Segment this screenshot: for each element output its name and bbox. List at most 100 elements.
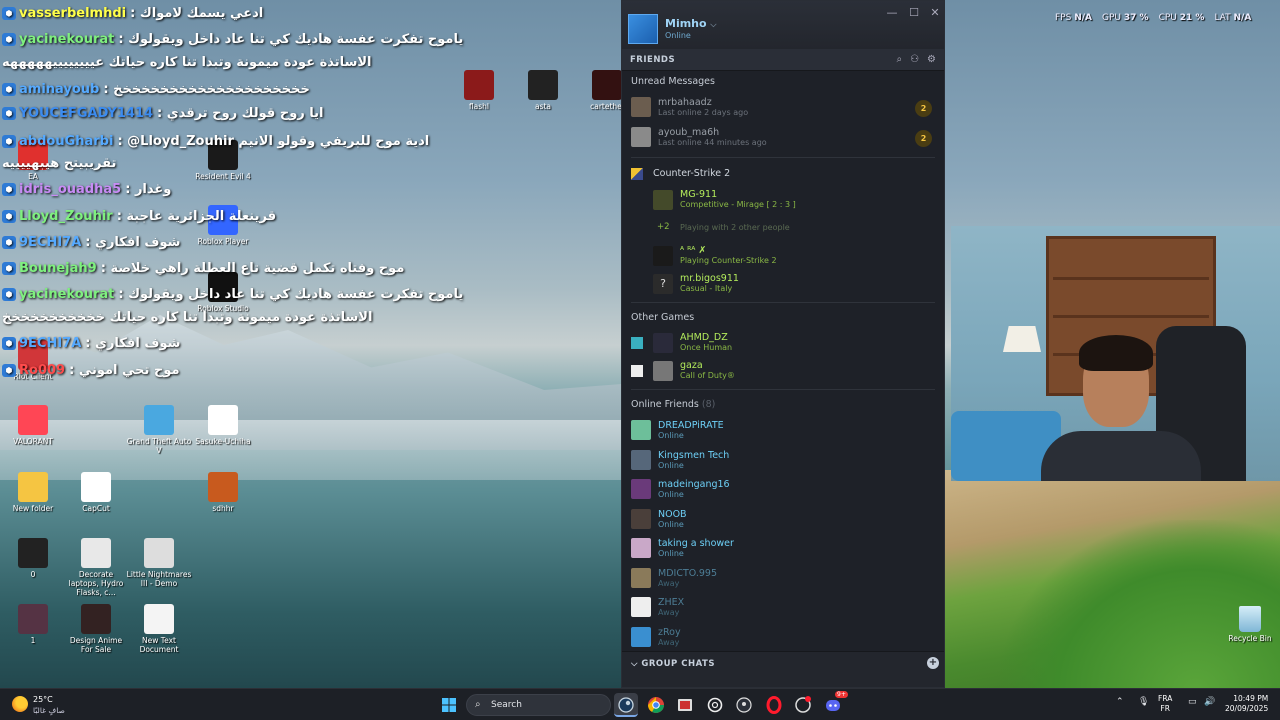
ingame-friend-row[interactable]: ? mr.bigos911 Casual - Italy xyxy=(622,270,944,298)
ingame-friend-row[interactable]: +2 Playing with 2 other people xyxy=(622,214,944,242)
app-icon xyxy=(81,604,111,634)
desktop-icon-label: 0 xyxy=(30,570,36,579)
desktop-icon[interactable]: flashl xyxy=(446,70,512,111)
user-name[interactable]: Mimho ⌵ xyxy=(665,17,717,30)
start-button[interactable] xyxy=(437,693,461,717)
chat-text: : وغدار xyxy=(125,182,172,197)
streamer xyxy=(1041,335,1201,481)
desktop-icon[interactable]: Design Anime For Sale xyxy=(63,604,129,654)
desktop-icon[interactable]: asta xyxy=(510,70,576,111)
chat-message: تقريبيتح هيبهييييه xyxy=(2,156,116,171)
desktop-icon[interactable]: New folder xyxy=(0,472,66,513)
desktop-icon[interactable]: Decorate laptops, Hydro Flasks, c... xyxy=(63,538,129,597)
friend-name: taking a shower xyxy=(658,538,734,549)
close-icon[interactable]: ✕ xyxy=(927,6,943,19)
ingame-friend-row[interactable]: ᴬ ᴿᴬ ✗ Playing Counter-Strike 2 xyxy=(622,242,944,270)
search-icon[interactable]: ⌕ xyxy=(896,54,902,65)
chatgpt-taskbar-button[interactable] xyxy=(703,693,727,717)
maximize-icon[interactable]: ☐ xyxy=(906,6,922,19)
chat-text: الاساتذة عودة ميمونة وتبدا تنا كاره حيات… xyxy=(2,55,372,70)
chrome-taskbar-button[interactable] xyxy=(644,693,668,717)
maps-taskbar-button[interactable] xyxy=(732,693,756,717)
ingame-friend-row[interactable]: MG-911 Competitive - Mirage [ 2 : 3 ] xyxy=(622,186,944,214)
desktop-icon[interactable]: Little Nightmares III - Demo xyxy=(126,538,192,588)
minimize-icon[interactable]: — xyxy=(884,6,900,19)
friend-name: mrbahaadz xyxy=(658,97,712,108)
friend-status: Playing with 2 other people xyxy=(680,223,790,232)
app-icon xyxy=(144,538,174,568)
desktop-icon[interactable]: 0 xyxy=(0,538,66,579)
chat-text: تقريبيتح هيبهييييه xyxy=(2,156,117,171)
online-friend-row[interactable]: ZHEX Away xyxy=(622,593,944,623)
ingame-friend-row[interactable]: gaza Call of Duty® xyxy=(622,357,944,385)
other-games-title: Other Games xyxy=(631,312,695,323)
language-indicator[interactable]: FRA FR xyxy=(1158,694,1172,714)
opera-taskbar-button[interactable] xyxy=(762,693,786,717)
steam-header: Mimho ⌵ Online — ☐ ✕ xyxy=(622,1,944,49)
discord-taskbar-button[interactable]: 9+ xyxy=(821,691,848,717)
friend-avatar xyxy=(631,127,651,147)
desktop-icon[interactable]: VALORANT xyxy=(0,405,66,446)
desktop-icon-label: Sasuke-Uchiha xyxy=(195,437,251,446)
desktop-icon-label: New folder xyxy=(12,504,54,513)
taskbar-search[interactable]: ⌕ Search xyxy=(466,694,611,716)
ingame-friend-row[interactable]: AHMD_DZ Once Human xyxy=(622,329,944,357)
cs2-list: MG-911 Competitive - Mirage [ 2 : 3 ] +2 Pl… xyxy=(622,186,944,298)
wallpaper-hill xyxy=(1000,520,1280,690)
network-icon[interactable]: ▭ xyxy=(1188,697,1197,707)
friend-status: Last online 44 minutes ago xyxy=(658,138,767,147)
add-group-chat-icon[interactable]: + xyxy=(927,657,939,669)
desktop-icon[interactable]: New Text Document xyxy=(126,604,192,654)
desktop-icon[interactable]: CapCut xyxy=(63,472,129,513)
chat-text: : شوف افكاري xyxy=(85,235,181,250)
steam-friends-window[interactable]: Mimho ⌵ Online — ☐ ✕ FRIENDS ⌕ ⚇ ⚙ Unrea… xyxy=(621,0,945,688)
chat-username: 9ECHI7A xyxy=(19,235,82,250)
opera-gx-taskbar-button[interactable] xyxy=(791,693,815,717)
chat-username: 9ECHI7A xyxy=(19,336,82,351)
app-icon xyxy=(144,604,174,634)
online-friend-row[interactable]: madeingang16 Online xyxy=(622,475,944,505)
friend-avatar xyxy=(631,449,651,470)
online-friend-row[interactable]: NOOB Online xyxy=(622,505,944,535)
group-chats-bar[interactable]: ⌵ GROUP CHATS + xyxy=(622,651,944,687)
volume-icon[interactable]: 🔊 xyxy=(1204,697,1215,707)
desktop-icon[interactable]: sdhhr xyxy=(190,472,256,513)
friend-status: Away xyxy=(658,578,680,588)
friends-label: FRIENDS xyxy=(630,54,676,65)
desktop-icon-label: Roblox Player xyxy=(197,237,249,246)
user-avatar[interactable] xyxy=(628,14,658,44)
photos-taskbar-button[interactable] xyxy=(673,693,697,717)
clock[interactable]: 10:49 PM 20/09/2025 xyxy=(1225,694,1268,714)
search-icon: ⌕ xyxy=(475,699,481,710)
online-friends-title: Online Friends (8) xyxy=(631,399,716,410)
online-friend-row[interactable]: DREADPiRATE Online xyxy=(622,416,944,446)
online-friend-row[interactable]: zRoy Away xyxy=(622,623,944,653)
party-count: +2 xyxy=(657,222,670,232)
settings-icon[interactable]: ⚙ xyxy=(927,54,936,65)
chat-message: ⬢ 9ECHI7A: شوف افكاري xyxy=(2,235,180,250)
desktop-icon[interactable]: Sasuke-Uchiha xyxy=(190,405,256,446)
online-friend-row[interactable]: taking a shower Online xyxy=(622,534,944,564)
friend-name: DREADPiRATE xyxy=(658,420,724,431)
online-friend-row[interactable]: MDICTO.995 Away xyxy=(622,564,944,594)
unread-friend-row[interactable]: ayoub_ma6h Last online 44 minutes ago 2 xyxy=(622,123,944,153)
chevron-down-icon[interactable]: ⌵ xyxy=(710,20,716,29)
divider xyxy=(631,389,935,390)
taskbar: 25°C صافٍ غالبًا ⌕ Search 9+ ⌃ 🎙 FRA FR ▭… xyxy=(0,688,1280,720)
chevron-up-icon[interactable]: ⌃ xyxy=(1116,697,1124,707)
opera-gx-icon xyxy=(795,696,811,713)
unread-friend-row[interactable]: mrbahaadz Last online 2 days ago 2 xyxy=(622,93,944,123)
microphone-icon[interactable]: 🎙 xyxy=(1138,697,1149,707)
recycle-bin[interactable]: Recycle Bin xyxy=(1222,606,1278,643)
chat-badge-icon: ⬢ xyxy=(2,33,16,46)
desktop-icon[interactable]: 1 xyxy=(0,604,66,645)
game-group-cs2[interactable]: Counter-Strike 2 xyxy=(622,162,944,186)
desktop-icon-label: Design Anime For Sale xyxy=(69,636,123,654)
steam-taskbar-button[interactable] xyxy=(614,693,638,717)
online-friend-row[interactable]: Kingsmen Tech Online xyxy=(622,446,944,476)
desktop-icon[interactable]: Grand Theft Auto V xyxy=(126,405,192,455)
add-friend-icon[interactable]: ⚇ xyxy=(910,54,919,65)
chat-badge-icon: ⬢ xyxy=(2,107,16,120)
friend-status: Last online 2 days ago xyxy=(658,108,749,117)
unread-list: mrbahaadz Last online 2 days ago 2 ayoub_ma… xyxy=(622,93,944,153)
